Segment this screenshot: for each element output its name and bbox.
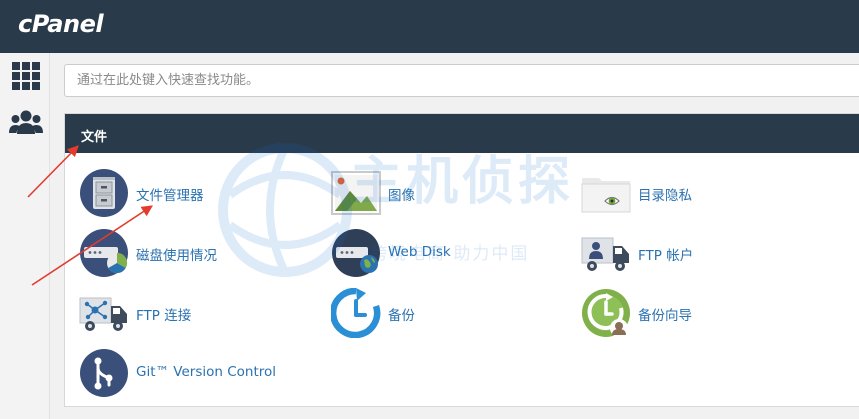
backup-label: 备份 [388,308,415,324]
backup-wizard-icon [581,288,631,338]
backup-wizard-label: 备份向导 [638,308,692,324]
search-input[interactable] [64,64,859,97]
disk-usage-label: 磁盘使用情况 [136,248,217,264]
folder-eye-icon [581,168,631,218]
web-disk-icon [331,228,381,278]
files-section-panel: 文件 文件管理器 图像 目录隐私 磁盘使用情况 Web Disk FTP 帐户 … [64,113,859,407]
top-navigation-bar: cPanel [0,0,859,53]
images-label: 图像 [388,188,415,204]
main-content: 文件 文件管理器 [50,53,859,419]
image-icon [331,168,381,218]
cpanel-logo[interactable]: cPanel [18,10,104,38]
disk-usage-icon [79,228,129,278]
ftp-connections-label: FTP 连接 [136,308,192,324]
sidebar [0,53,50,419]
ftp-accounts-label: FTP 帐户 [638,248,694,264]
directory-privacy-label: 目录隐私 [638,188,692,204]
users-icon[interactable] [9,108,43,138]
git-icon [79,348,129,398]
file-manager-label: 文件管理器 [136,188,204,204]
section-header[interactable]: 文件 [65,114,859,153]
git-version-control-label: Git™ Version Control [136,364,277,380]
ftp-connection-icon [79,288,129,338]
grid-icon[interactable] [9,61,43,91]
ftp-account-icon [581,228,631,278]
backup-icon [329,287,381,339]
file-cabinet-icon [79,168,129,218]
web-disk-label: Web Disk [388,244,451,260]
